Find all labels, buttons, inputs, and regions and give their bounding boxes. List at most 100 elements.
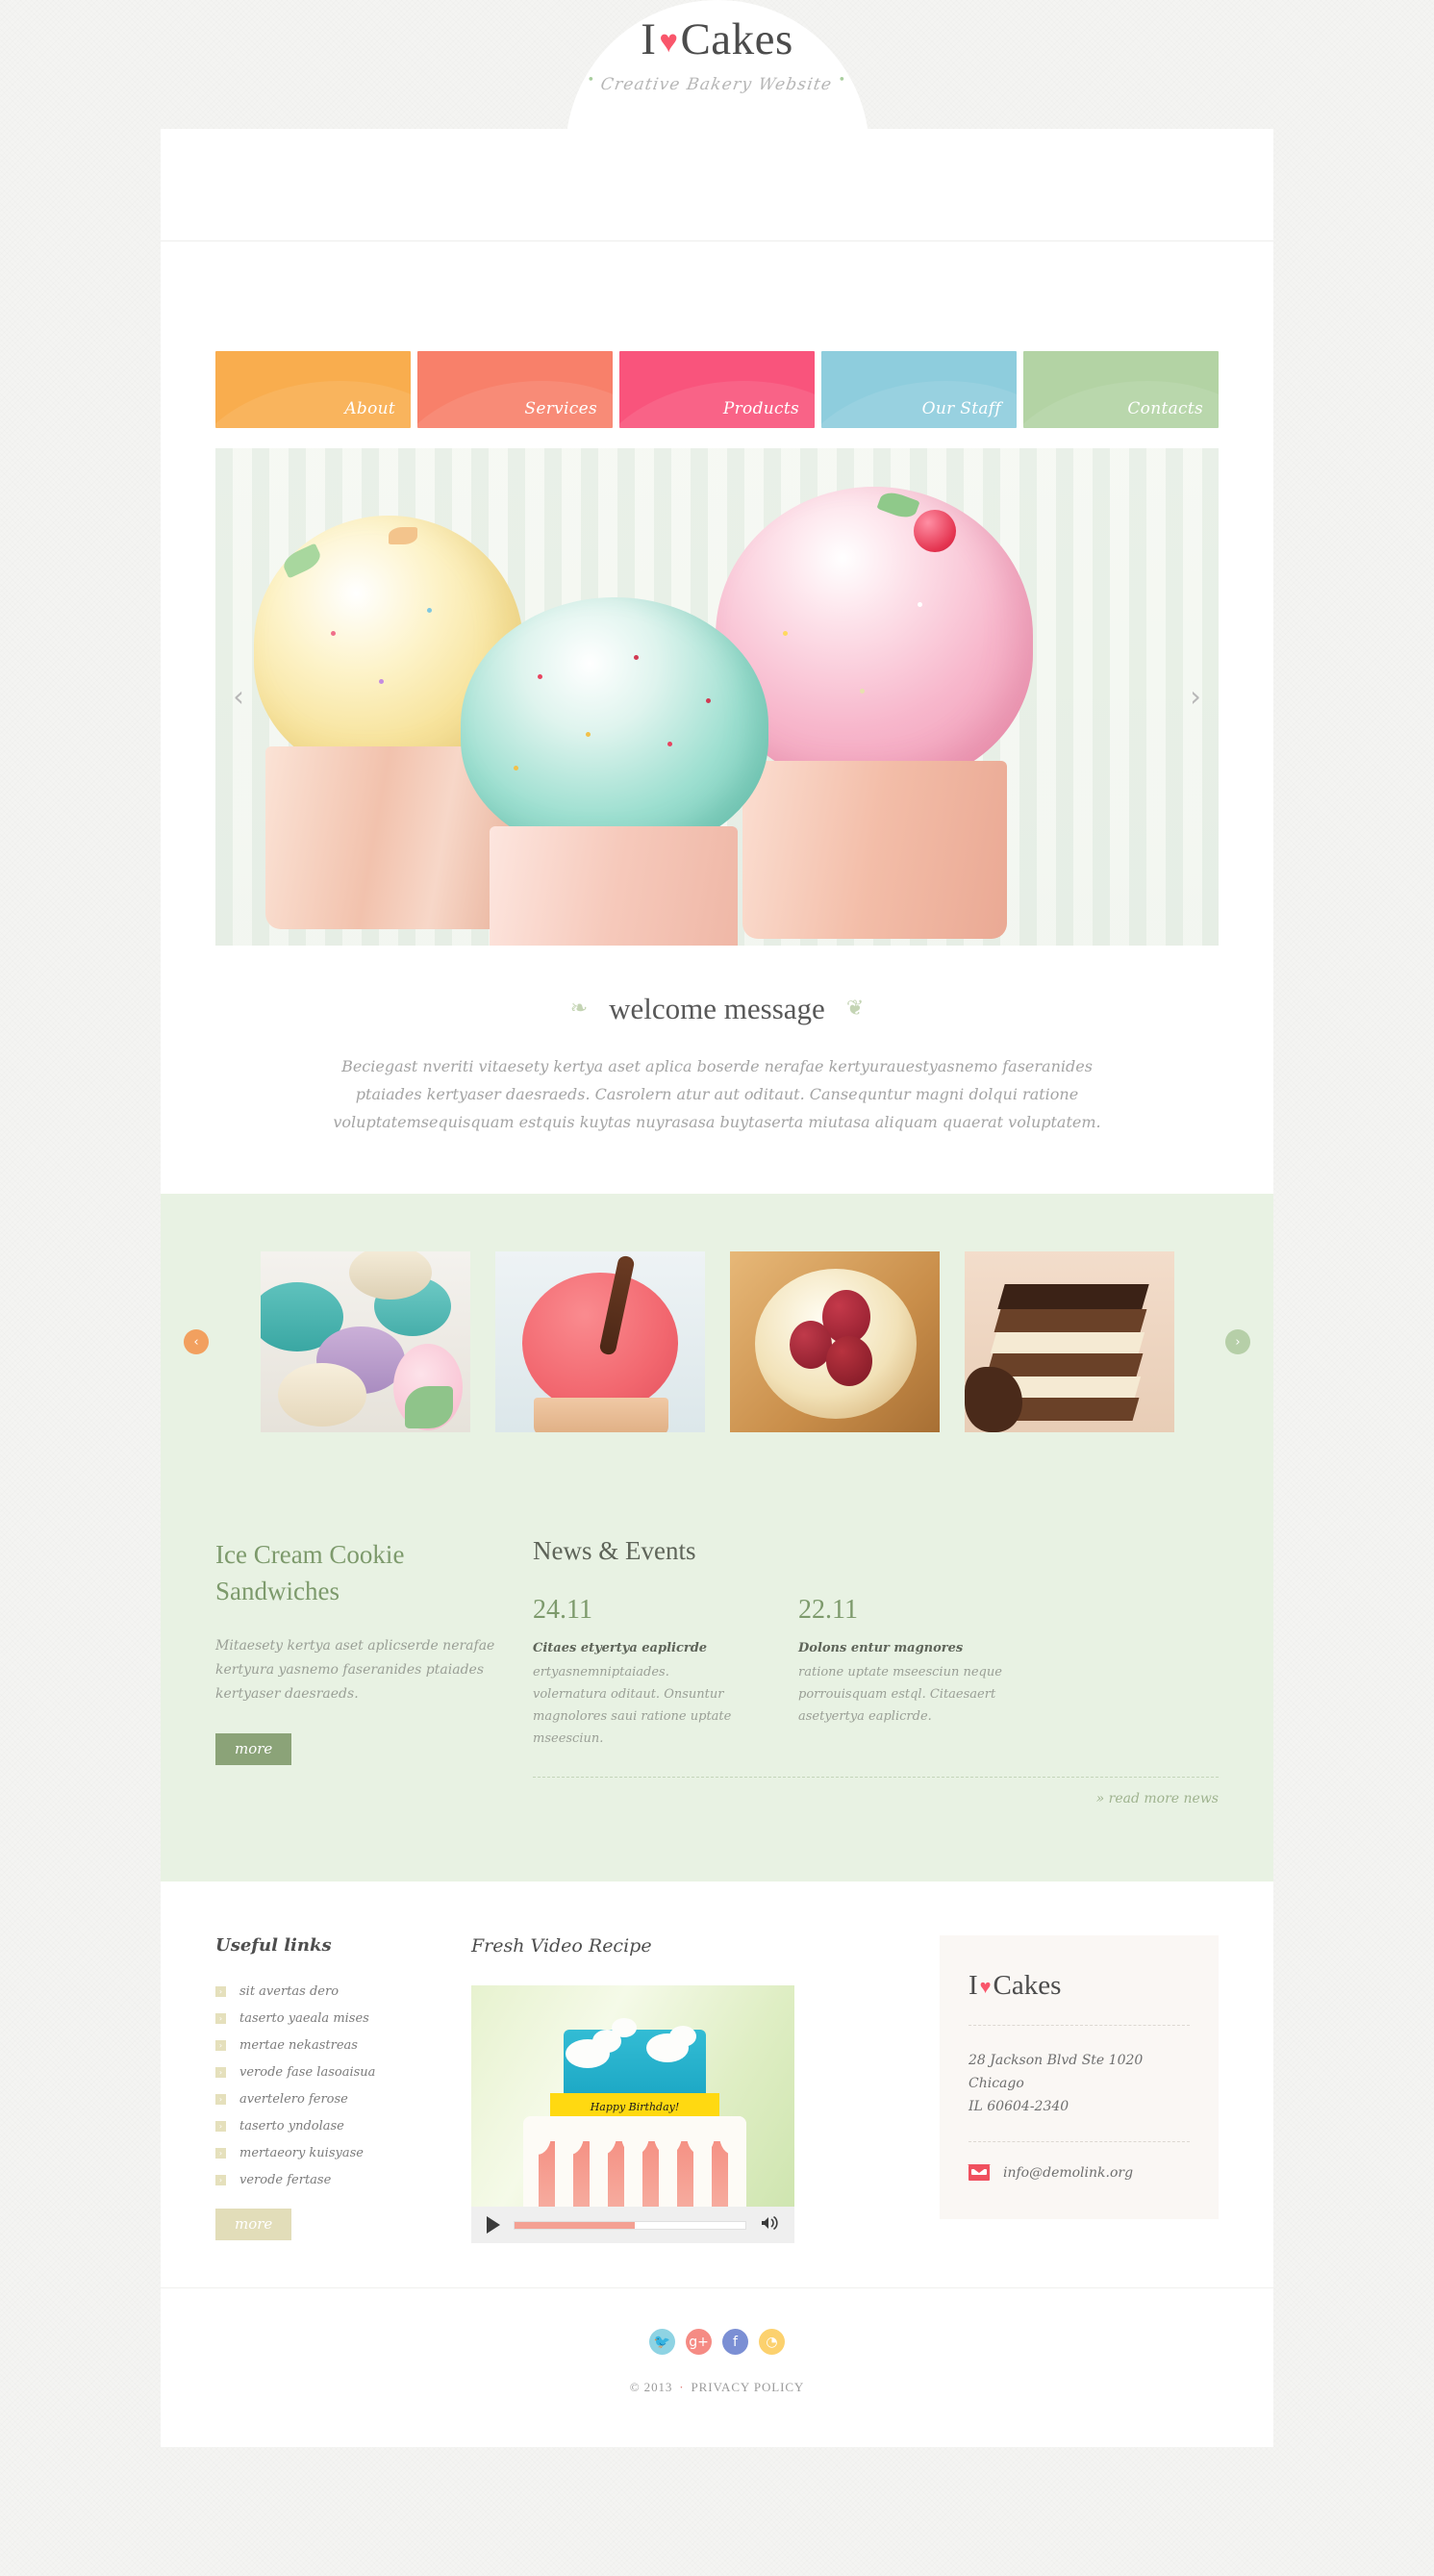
news-item[interactable]: 24.11 Citaes etyertya eaplicrde ertyasne…: [533, 1595, 741, 1750]
news-divider: [533, 1777, 1219, 1778]
rss-icon[interactable]: ◔: [759, 2329, 785, 2355]
useful-link-item[interactable]: › taserto yaeala mises: [215, 2011, 437, 2026]
brand-name-after: Cakes: [680, 14, 793, 64]
tagline-dot-left: •: [587, 73, 596, 88]
heart-icon: ♥: [659, 25, 679, 60]
useful-link-item[interactable]: › avertelero ferose: [215, 2092, 437, 2107]
link-bullet-icon: ›: [215, 2175, 226, 2185]
google-plus-icon[interactable]: g+: [686, 2329, 712, 2355]
useful-link-item[interactable]: › mertae nekastreas: [215, 2038, 437, 2053]
video-title: Fresh Video Recipe: [471, 1935, 652, 1957]
card-divider-bottom: [969, 2141, 1190, 2142]
envelope-icon: [968, 2164, 991, 2181]
bottom-bar: 🐦 g+ f ◔ © 2013 · PRIVACY POLICY: [161, 2287, 1273, 2447]
hero-slide-image: [215, 448, 1219, 946]
useful-link-item[interactable]: › verode fertase: [215, 2173, 437, 2187]
link-bullet-icon: ›: [215, 2094, 226, 2105]
brand-tagline: • Creative Bakery Website •: [580, 73, 855, 94]
hero-slider[interactable]: ‹ ›: [215, 448, 1219, 946]
useful-links-column: Useful links › sit avertas dero › taserto y…: [215, 1935, 437, 2243]
slider-prev-arrow-icon[interactable]: ‹: [224, 683, 253, 712]
slider-next-arrow-icon[interactable]: ›: [1181, 683, 1210, 712]
video-column: Fresh Video Recipe Happy Birthday!: [471, 1935, 798, 2243]
welcome-heading: ❧ welcome message ❦: [549, 992, 886, 1026]
gallery-item-cupcake[interactable]: [494, 1251, 705, 1432]
video-poster-image[interactable]: Happy Birthday!: [471, 1985, 794, 2207]
promo-column: Ice Cream Cookie Sandwiches Mitaesety ke…: [215, 1536, 504, 1806]
useful-link-item[interactable]: › sit avertas dero: [215, 1984, 437, 1999]
news-column: News & Events 24.11 Citaes etyertya eapl…: [533, 1536, 1219, 1806]
email-text: info@demolink.org: [1003, 2165, 1134, 2181]
video-player[interactable]: Happy Birthday!: [471, 1985, 794, 2243]
nav-item-services[interactable]: Services: [417, 351, 613, 428]
welcome-title-text: welcome message: [609, 992, 825, 1025]
header-divider: [161, 240, 1273, 241]
gallery-next-arrow-icon[interactable]: ›: [1225, 1329, 1250, 1354]
news-title: News & Events: [533, 1536, 696, 1565]
social-links: 🐦 g+ f ◔: [161, 2329, 1273, 2355]
volume-icon[interactable]: [760, 2215, 779, 2235]
useful-link-item[interactable]: › mertaeory kuisyase: [215, 2146, 437, 2160]
useful-links-more-button[interactable]: more: [215, 2209, 292, 2240]
nav-label-about: About: [344, 399, 395, 418]
address-line-3: IL 60604-2340: [969, 2099, 1069, 2114]
link-bullet-icon: ›: [215, 2121, 226, 2132]
brand-logo[interactable]: I♥Cakes • Creative Bakery Website •: [516, 14, 919, 95]
email-link[interactable]: info@demolink.org: [968, 2164, 1190, 2181]
brand-name-before: I: [641, 14, 657, 64]
news-headline: Dolons entur magnores: [798, 1641, 964, 1655]
gallery-carousel: ‹ ›: [161, 1194, 1273, 1490]
card-divider-top: [969, 2025, 1190, 2026]
useful-link-label: taserto yndolase: [239, 2119, 344, 2134]
facebook-icon[interactable]: f: [722, 2329, 748, 2355]
card-logo: I ♥Cakes: [969, 1970, 1190, 2002]
promo-text: Mitaesety kertya aset aplicserde nerafae…: [215, 1638, 495, 1702]
address-line-1: 28 Jackson Blvd Ste 1020: [969, 2053, 1144, 2068]
gallery-item-chocolate-cake[interactable]: [964, 1251, 1174, 1432]
nav-item-our-staff[interactable]: Our Staff: [821, 351, 1017, 428]
video-progress-bar[interactable]: [514, 2220, 746, 2230]
useful-link-label: taserto yaeala mises: [239, 2011, 369, 2026]
nav-label-our-staff: Our Staff: [921, 399, 1001, 418]
card-logo-after: Cakes: [993, 1970, 1062, 2001]
news-headline: Citaes etyertya eaplicrde: [533, 1641, 708, 1655]
play-icon[interactable]: [487, 2216, 500, 2234]
twitter-icon[interactable]: 🐦: [649, 2329, 675, 2355]
useful-link-label: sit avertas dero: [239, 1984, 340, 1999]
gallery-item-cherry-dessert[interactable]: [729, 1251, 940, 1432]
card-logo-before: I: [969, 1970, 978, 2001]
useful-link-item[interactable]: › taserto yndolase: [215, 2119, 437, 2134]
site-footer: Useful links › sit avertas dero › taserto y…: [161, 1881, 1273, 2287]
link-bullet-icon: ›: [215, 1986, 226, 1997]
contact-card-column: I ♥Cakes 28 Jackson Blvd Ste 1020 Chicago…: [940, 1935, 1219, 2243]
info-section: Ice Cream Cookie Sandwiches Mitaesety ke…: [161, 1490, 1273, 1881]
tagline-text: Creative Bakery Website: [599, 75, 835, 94]
main-content: About Services Products Our Staff Contac…: [161, 351, 1273, 1194]
video-controls: [471, 2207, 794, 2243]
page-wrapper: I♥Cakes • Creative Bakery Website • About …: [161, 0, 1273, 2447]
welcome-body-text: Beciegast nveriti vitaesety kertya aset …: [333, 1057, 1101, 1131]
tagline-dot-right: •: [839, 73, 848, 88]
copyright-text: © 2013: [629, 2380, 673, 2394]
useful-link-label: mertae nekastreas: [239, 2038, 358, 2053]
nav-label-products: Products: [722, 399, 799, 418]
read-more-news-link[interactable]: » read more news: [533, 1791, 1219, 1806]
gallery-items: [161, 1251, 1273, 1432]
copyright-bar: © 2013 · PRIVACY POLICY: [161, 2380, 1273, 2395]
main-navigation: About Services Products Our Staff Contac…: [215, 351, 1219, 428]
useful-links-list: › sit avertas dero › taserto yaeala mises › m…: [215, 1984, 437, 2187]
nav-item-products[interactable]: Products: [619, 351, 815, 428]
gallery-prev-arrow-icon[interactable]: ‹: [184, 1329, 209, 1354]
news-date: 22.11: [798, 1595, 858, 1625]
useful-link-item[interactable]: › verode fase lasoaisua: [215, 2065, 437, 2080]
news-item[interactable]: 22.11 Dolons entur magnores ratione upta…: [798, 1595, 1006, 1750]
nav-item-contacts[interactable]: Contacts: [1023, 351, 1219, 428]
gallery-item-macarons[interactable]: [260, 1251, 470, 1432]
useful-link-label: avertelero ferose: [239, 2092, 348, 2107]
privacy-policy-link[interactable]: PRIVACY POLICY: [692, 2380, 805, 2394]
address-line-2: Chicago: [969, 2076, 1024, 2091]
flourish-right-icon: ❦: [845, 997, 865, 1021]
promo-more-button[interactable]: more: [215, 1733, 292, 1765]
nav-item-about[interactable]: About: [215, 351, 411, 428]
contact-card: I ♥Cakes 28 Jackson Blvd Ste 1020 Chicago…: [940, 1935, 1219, 2219]
